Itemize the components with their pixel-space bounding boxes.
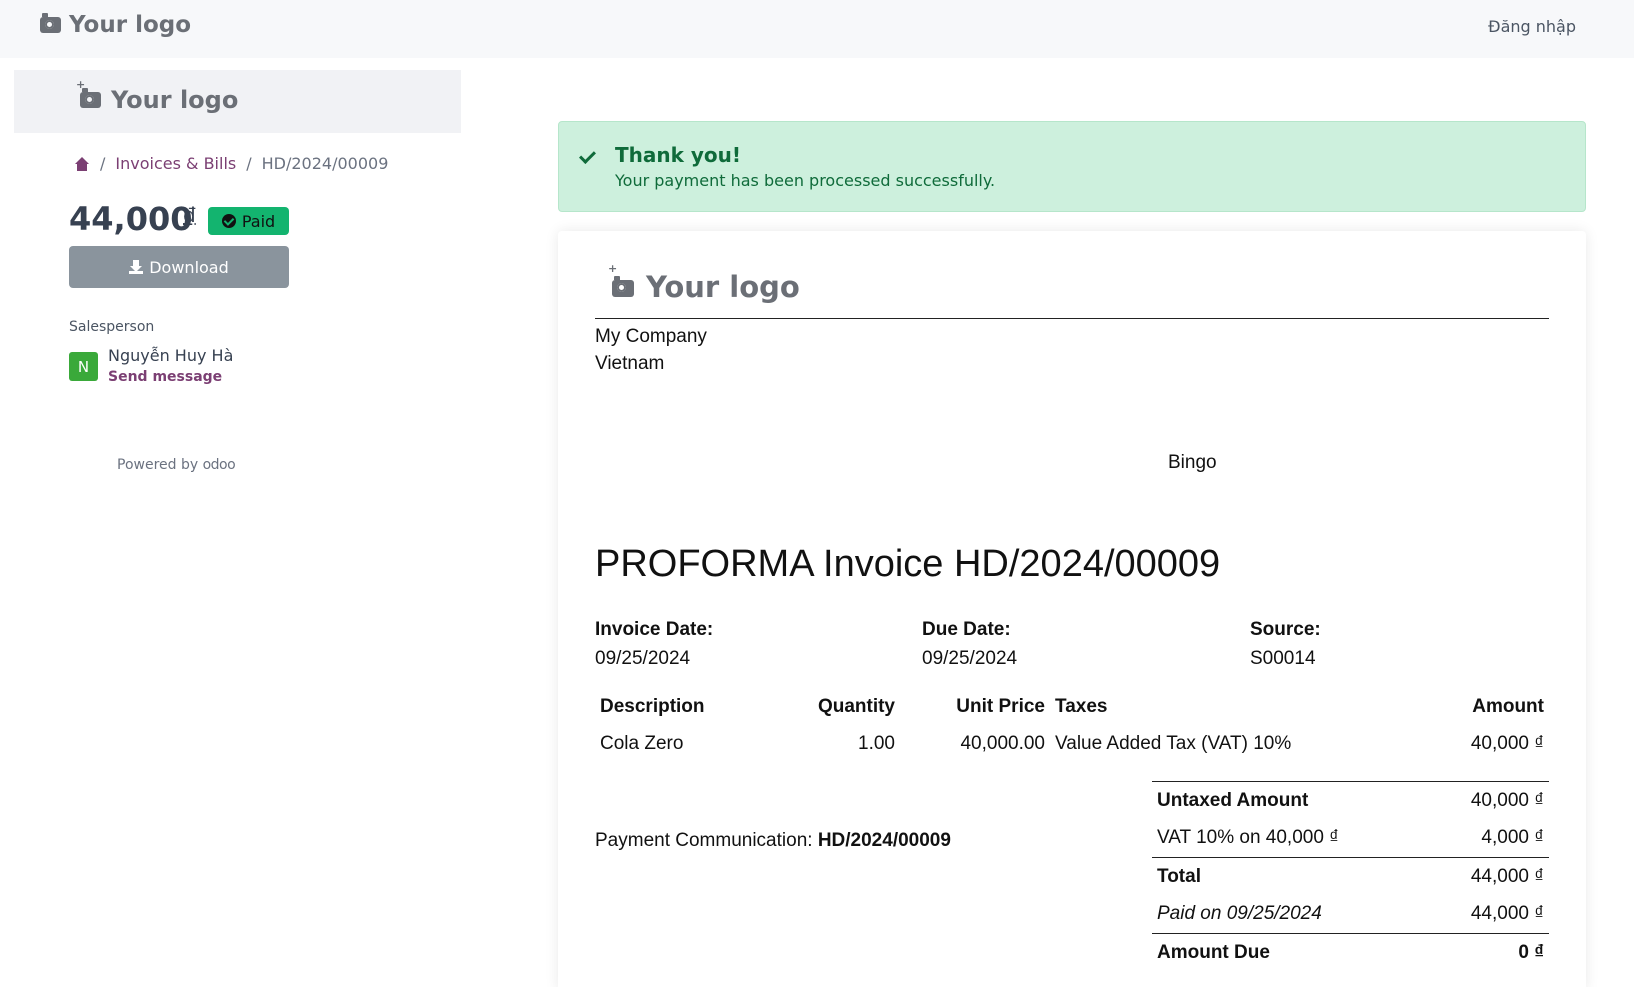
paid-status-badge: Paid xyxy=(208,207,289,235)
table-row: Cola Zero 1.00 40,000.00 Value Added Tax… xyxy=(595,725,1549,763)
total-row: Total 44,000 ₫ xyxy=(1152,857,1549,896)
column-header-taxes: Taxes xyxy=(1055,696,1108,717)
payment-communication-label: Payment Communication: xyxy=(595,830,813,851)
breadcrumb-separator: / xyxy=(246,154,252,173)
paid-on-row: Paid on 09/25/2024 44,000 ₫ xyxy=(1152,896,1549,934)
download-label: Download xyxy=(149,257,229,277)
due-date-block: Due Date: 09/25/2024 xyxy=(922,615,1017,673)
invoice-title: PROFORMA Invoice HD/2024/00009 xyxy=(595,543,1221,585)
source-value: S00014 xyxy=(1250,648,1316,669)
powered-by-label: Powered by xyxy=(117,457,199,473)
camera-icon: + xyxy=(76,78,101,114)
salesperson-label: Salesperson xyxy=(69,319,155,335)
untaxed-amount-value: 40,000 ₫ xyxy=(1402,781,1549,820)
invoice-logo: + Your logo xyxy=(608,262,800,304)
line-amount: 40,000 ₫ xyxy=(1470,733,1544,754)
column-header-amount: Amount xyxy=(1472,696,1544,717)
column-header-unit-price: Unit Price xyxy=(956,696,1045,717)
sidebar-logo: + Your logo xyxy=(76,78,239,114)
untaxed-amount-label: Untaxed Amount xyxy=(1152,781,1402,820)
navbar-logo-text: Your logo xyxy=(69,12,192,38)
total-value: 44,000 ₫ xyxy=(1402,857,1549,896)
line-taxes: Value Added Tax (VAT) 10% xyxy=(1055,733,1292,754)
vat-label: VAT 10% on 40,000 ₫ xyxy=(1157,827,1339,849)
powered-by: Powered by odoo xyxy=(117,457,236,473)
source-block: Source: S00014 xyxy=(1250,615,1321,673)
invoice-document: + Your logo My Company Vietnam Bingo PRO… xyxy=(558,231,1586,987)
due-date-value: 09/25/2024 xyxy=(922,648,1018,669)
invoice-logo-text: Your logo xyxy=(646,270,800,304)
column-header-description: Description xyxy=(600,696,705,717)
line-description: Cola Zero xyxy=(600,733,684,754)
invoice-totals-table: Untaxed Amount 40,000 ₫ VAT 10% on 40,00… xyxy=(1152,781,1549,972)
amount-due-row: Amount Due 0 ₫ xyxy=(1152,933,1549,972)
sidebar-logo-box: + Your logo xyxy=(14,70,461,133)
total-label: Total xyxy=(1152,857,1402,896)
check-icon xyxy=(579,147,596,164)
avatar: N xyxy=(69,352,98,381)
invoice-date-value: 09/25/2024 xyxy=(595,648,691,669)
camera-icon xyxy=(40,13,61,33)
breadcrumb: / Invoices & Bills / HD/2024/00009 xyxy=(74,154,388,173)
breadcrumb-invoices-link[interactable]: Invoices & Bills xyxy=(115,154,236,173)
breadcrumb-current: HD/2024/00009 xyxy=(261,154,389,173)
source-label: Source: xyxy=(1250,619,1321,640)
vat-row: VAT 10% on 40,000 ₫ 4,000 ₫ xyxy=(1152,820,1549,858)
company-name: My Company xyxy=(595,326,707,347)
download-icon xyxy=(129,260,144,274)
vat-value: 4,000 ₫ xyxy=(1481,827,1544,849)
home-icon[interactable] xyxy=(74,156,90,171)
payment-success-alert: Thank you! Your payment has been process… xyxy=(558,121,1586,212)
invoice-lines-table: Description Quantity Unit Price Taxes Am… xyxy=(595,689,1549,763)
alert-title: Thank you! xyxy=(615,143,742,167)
odoo-brand-link[interactable]: odoo xyxy=(203,457,236,473)
amount-due-value: 0 ₫ xyxy=(1402,933,1549,972)
due-date-label: Due Date: xyxy=(922,619,1011,640)
breadcrumb-separator: / xyxy=(100,154,106,173)
column-header-quantity: Quantity xyxy=(817,696,895,717)
login-link[interactable]: Đăng nhập xyxy=(1488,17,1576,36)
navbar-logo[interactable]: Your logo xyxy=(40,12,191,38)
table-header-row: Description Quantity Unit Price Taxes Am… xyxy=(595,689,1549,725)
line-unit-price: 40,000.00 xyxy=(960,733,1045,754)
customer-name: Bingo xyxy=(1168,452,1217,473)
top-navbar: Your logo Đăng nhập xyxy=(0,0,1634,58)
invoice-currency: ₫ xyxy=(183,203,196,227)
salesperson-name: Nguyễn Huy Hà xyxy=(108,346,234,365)
sidebar-logo-text: Your logo xyxy=(111,86,239,114)
check-circle-icon xyxy=(221,214,236,228)
company-address: My Company Vietnam xyxy=(595,323,707,377)
invoice-total-amount: 44,000 xyxy=(69,200,193,238)
download-button[interactable]: Download xyxy=(69,246,289,288)
company-country: Vietnam xyxy=(595,353,665,374)
payment-communication: Payment Communication: HD/2024/00009 xyxy=(595,830,951,852)
header-divider xyxy=(595,318,1549,319)
camera-icon: + xyxy=(608,262,634,304)
paid-on-value: 44,000 ₫ xyxy=(1470,903,1544,925)
line-quantity: 1.00 xyxy=(858,733,895,754)
paid-on-label: Paid on 09/25/2024 xyxy=(1157,903,1322,925)
untaxed-amount-row: Untaxed Amount 40,000 ₫ xyxy=(1152,781,1549,820)
invoice-date-block: Invoice Date: 09/25/2024 xyxy=(595,615,713,673)
send-message-link[interactable]: Send message xyxy=(108,369,222,385)
paid-status-label: Paid xyxy=(241,211,276,231)
payment-communication-value: HD/2024/00009 xyxy=(817,830,951,851)
invoice-date-label: Invoice Date: xyxy=(595,619,714,640)
amount-due-label: Amount Due xyxy=(1152,933,1402,972)
alert-message: Your payment has been processed successf… xyxy=(615,171,996,190)
